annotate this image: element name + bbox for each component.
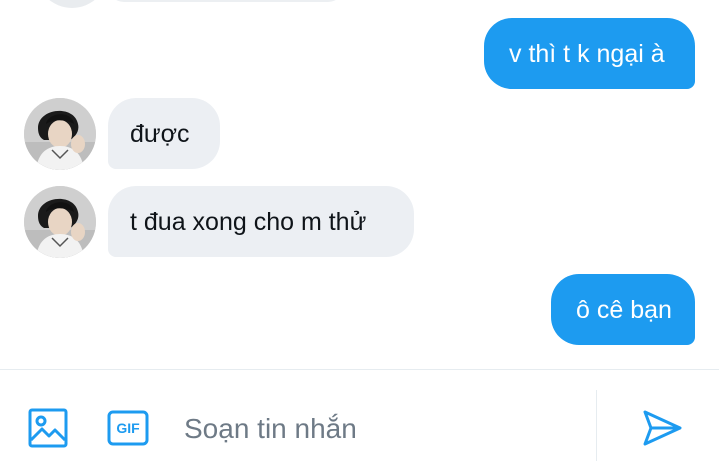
avatar[interactable]	[24, 186, 96, 258]
message-text: t đua xong cho m thử	[130, 207, 367, 236]
message-text: được	[130, 119, 190, 148]
outgoing-message-bubble[interactable]: v thì t k ngại à	[484, 18, 695, 89]
previous-avatar	[36, 0, 108, 8]
outgoing-message-bubble[interactable]: ô cê bạn	[551, 274, 695, 345]
avatar-photo	[24, 186, 96, 258]
send-button[interactable]	[636, 402, 688, 454]
message-text: ô cê bạn	[576, 295, 672, 324]
gif-label: GIF	[116, 420, 140, 436]
message-composer: GIF	[0, 370, 719, 461]
incoming-message-bubble[interactable]: được	[108, 98, 220, 169]
previous-message-bubble	[108, 0, 344, 2]
avatar-photo	[24, 98, 96, 170]
add-gif-button[interactable]: GIF	[104, 404, 152, 452]
incoming-message-bubble[interactable]: t đua xong cho m thử	[108, 186, 414, 257]
send-icon	[643, 410, 682, 446]
avatar[interactable]	[24, 98, 96, 170]
send-divider	[596, 390, 597, 461]
image-icon	[28, 408, 68, 448]
message-list[interactable]: v thì t k ngại à được t đua xong cho m t…	[0, 0, 719, 370]
message-text: v thì t k ngại à	[509, 39, 665, 68]
dm-conversation-screen: v thì t k ngại à được t đua xong cho m t…	[0, 0, 719, 461]
add-image-button[interactable]	[24, 404, 72, 452]
message-input[interactable]	[184, 408, 579, 450]
